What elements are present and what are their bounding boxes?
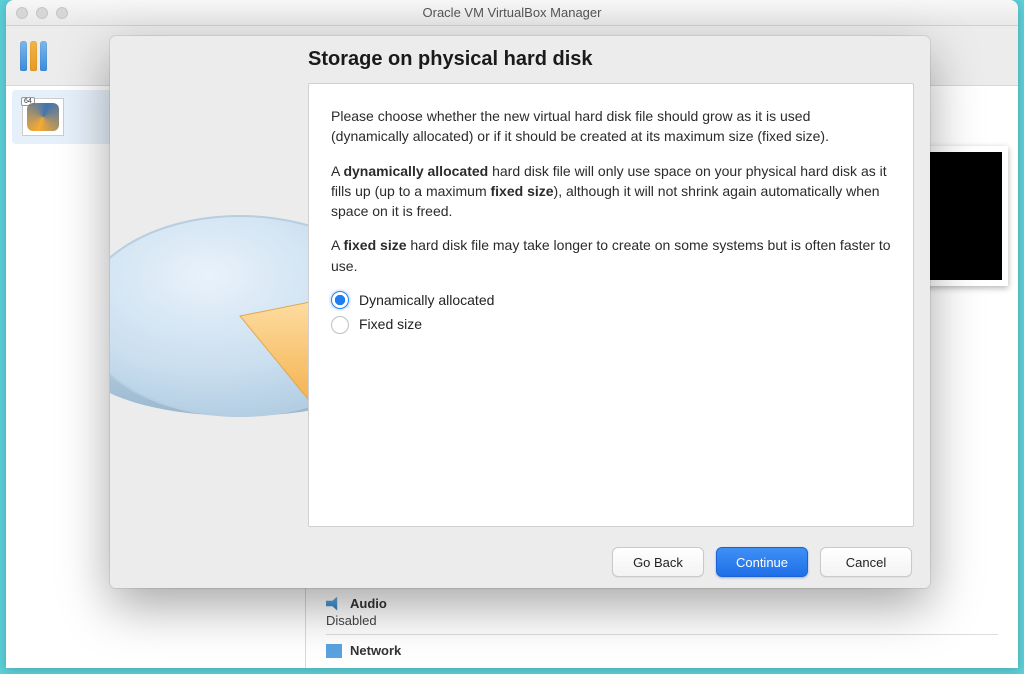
tools-icon[interactable] [20, 41, 47, 71]
radio-label-fixed: Fixed size [359, 314, 422, 334]
window-title: Oracle VM VirtualBox Manager [6, 5, 1018, 20]
dialog-title: Storage on physical hard disk [308, 48, 914, 71]
audio-section-header[interactable]: Audio [326, 596, 998, 611]
dialog-content-panel: Please choose whether the new virtual ha… [308, 83, 914, 527]
detail-section: Audio Disabled Network [326, 588, 998, 658]
titlebar: Oracle VM VirtualBox Manager [6, 0, 1018, 26]
audio-header-label: Audio [350, 596, 387, 611]
radio-indicator-selected-icon [331, 291, 349, 309]
section-divider [326, 634, 998, 635]
dialog-paragraph-2: A dynamically allocated hard disk file w… [331, 161, 891, 222]
audio-status: Disabled [326, 613, 998, 628]
network-section-header[interactable]: Network [326, 643, 998, 658]
window-controls [6, 7, 68, 19]
minimize-window-button[interactable] [36, 7, 48, 19]
radio-indicator-icon [331, 316, 349, 334]
zoom-window-button[interactable] [56, 7, 68, 19]
dialog-paragraph-1: Please choose whether the new virtual ha… [331, 106, 891, 147]
audio-icon [326, 597, 342, 611]
network-header-label: Network [350, 643, 401, 658]
radio-label-dynamic: Dynamically allocated [359, 290, 494, 310]
vm-os-icon: 64 [22, 98, 64, 136]
create-disk-wizard-dialog: Storage on physical hard disk Please cho… [110, 36, 930, 588]
dialog-paragraph-3: A fixed size hard disk file may take lon… [331, 235, 891, 276]
network-icon [326, 644, 342, 658]
radio-fixed-size[interactable]: Fixed size [331, 314, 891, 334]
close-window-button[interactable] [16, 7, 28, 19]
radio-dynamically-allocated[interactable]: Dynamically allocated [331, 290, 891, 310]
